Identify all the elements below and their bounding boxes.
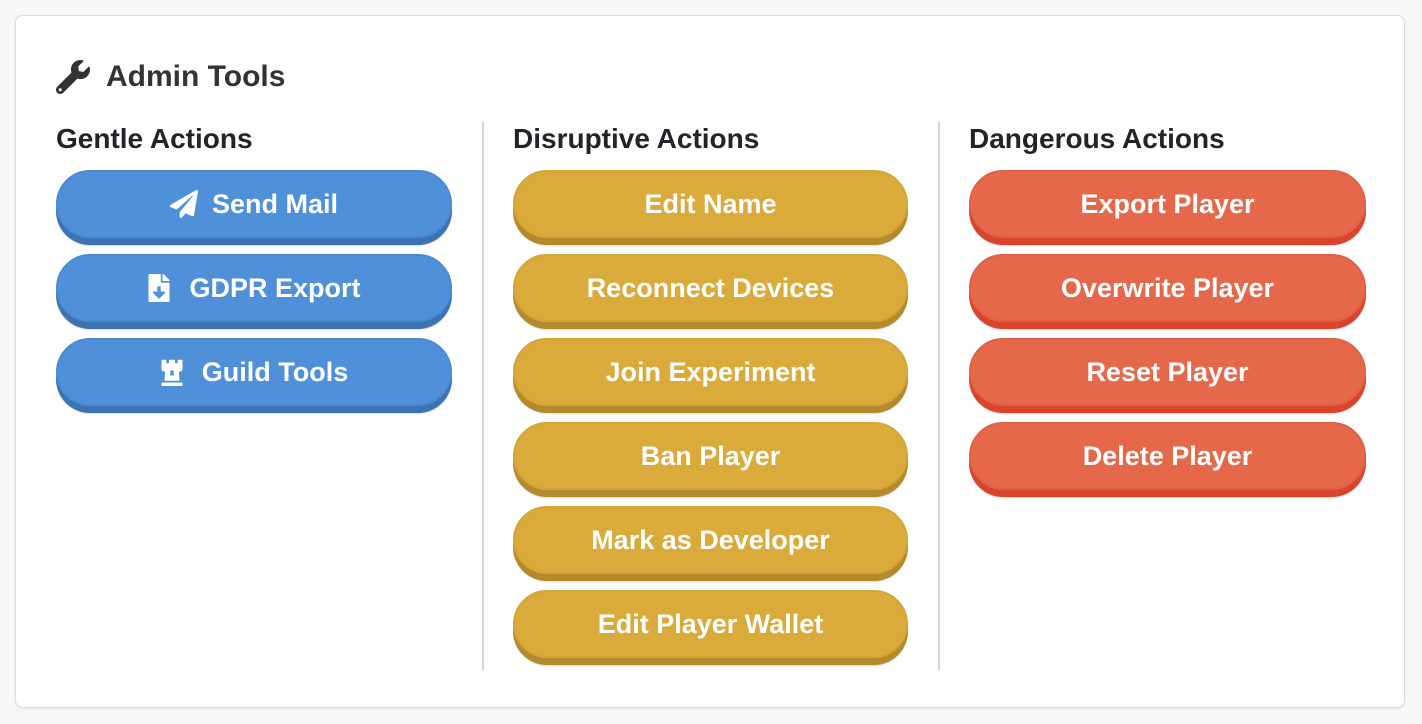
dangerous-actions-column: Dangerous Actions Export Player Overwrit… xyxy=(969,122,1366,506)
overwrite-player-button[interactable]: Overwrite Player xyxy=(969,254,1366,322)
gdpr-export-button[interactable]: GDPR Export xyxy=(56,254,452,322)
export-player-button[interactable]: Export Player xyxy=(969,170,1366,238)
button-label: Edit Name xyxy=(644,188,777,219)
gentle-actions-column: Gentle Actions Send Mail GDPR Export Gui… xyxy=(56,122,452,422)
reconnect-devices-button[interactable]: Reconnect Devices xyxy=(513,254,908,322)
disruptive-actions-column: Disruptive Actions Edit Name Reconnect D… xyxy=(513,122,908,674)
edit-player-wallet-button[interactable]: Edit Player Wallet xyxy=(513,590,908,658)
button-label: Guild Tools xyxy=(201,356,349,387)
ban-player-button[interactable]: Ban Player xyxy=(513,422,908,490)
button-label: Ban Player xyxy=(640,440,781,471)
column-heading: Gentle Actions xyxy=(56,123,253,154)
button-label: Edit Player Wallet xyxy=(597,608,824,639)
column-divider xyxy=(482,122,484,670)
button-label: Delete Player xyxy=(1082,440,1253,471)
button-label: Overwrite Player xyxy=(1060,272,1275,303)
edit-name-button[interactable]: Edit Name xyxy=(513,170,908,238)
send-mail-button[interactable]: Send Mail xyxy=(56,170,452,238)
button-label: Send Mail xyxy=(211,188,339,219)
card-title-text: Admin Tools xyxy=(106,60,286,93)
column-heading: Disruptive Actions xyxy=(513,123,760,154)
button-label: Reset Player xyxy=(1086,356,1249,387)
button-label: Export Player xyxy=(1080,188,1255,219)
mark-as-developer-button[interactable]: Mark as Developer xyxy=(513,506,908,574)
button-label: Mark as Developer xyxy=(591,524,830,555)
button-label: Reconnect Devices xyxy=(586,272,835,303)
guild-tools-button[interactable]: Guild Tools xyxy=(56,338,452,406)
column-heading: Dangerous Actions xyxy=(969,123,1225,154)
column-divider xyxy=(938,122,940,670)
paper-plane-icon xyxy=(169,189,198,219)
card-title: Admin Tools xyxy=(55,59,286,95)
button-label: Join Experiment xyxy=(605,356,816,387)
join-experiment-button[interactable]: Join Experiment xyxy=(513,338,908,406)
file-download-icon xyxy=(147,274,175,302)
wrench-icon xyxy=(55,59,90,95)
admin-tools-card: Admin Tools Gentle Actions Send Mail GDP… xyxy=(15,15,1405,708)
button-label: GDPR Export xyxy=(189,272,361,303)
reset-player-button[interactable]: Reset Player xyxy=(969,338,1366,406)
chess-rook-icon xyxy=(160,358,188,386)
delete-player-button[interactable]: Delete Player xyxy=(969,422,1366,490)
